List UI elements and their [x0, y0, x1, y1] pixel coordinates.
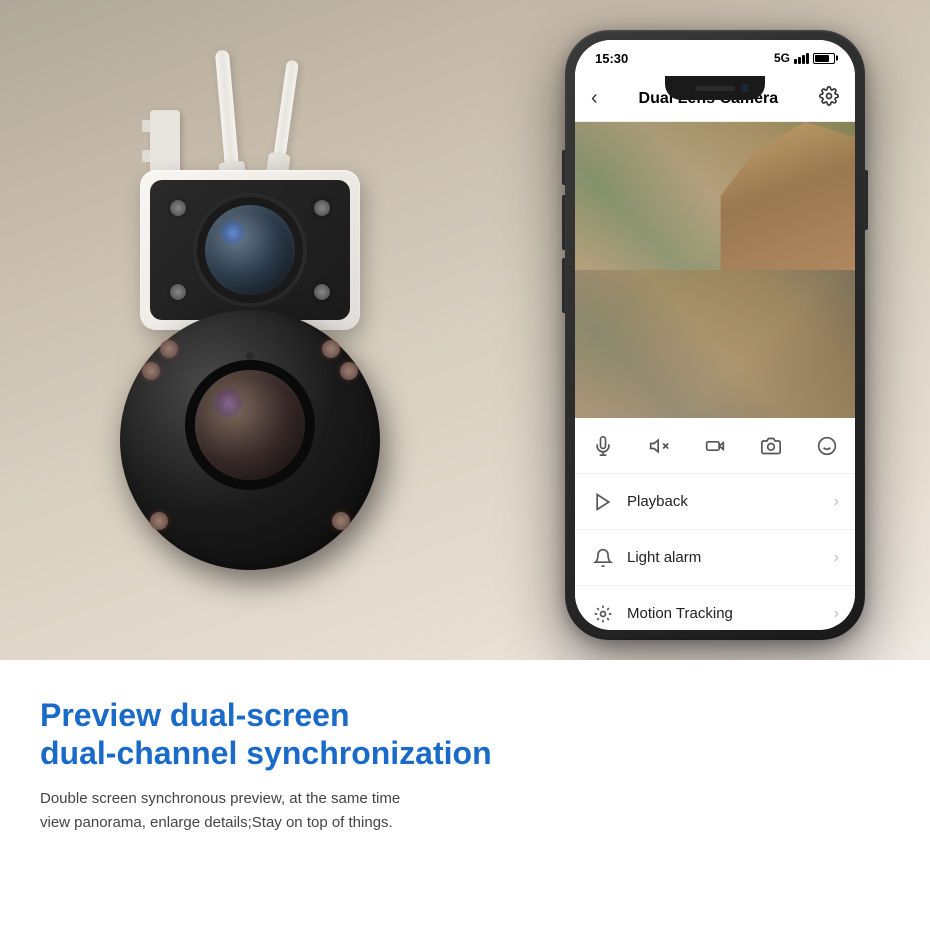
notch-speaker	[695, 86, 735, 91]
signal-bar-4	[806, 53, 809, 64]
notch-camera	[741, 84, 749, 92]
mute-button[interactable]	[639, 426, 679, 466]
camera-feed-top	[575, 122, 855, 270]
signal-bar-2	[798, 57, 801, 64]
play-svg	[593, 492, 613, 512]
bell-svg	[593, 548, 613, 568]
phone-section: 15:30 5G	[500, 0, 930, 660]
motion-tracking-chevron: ›	[834, 605, 839, 623]
camera-section	[0, 0, 500, 660]
ir-light-br	[314, 284, 330, 300]
phone-screen: 15:30 5G	[575, 40, 855, 630]
playback-chevron: ›	[834, 493, 839, 511]
menu-list: Playback ›	[575, 474, 855, 630]
phone-vol-down-button	[562, 258, 565, 313]
light-alarm-icon	[591, 546, 615, 570]
light-alarm-chevron: ›	[834, 549, 839, 567]
light-alarm-label: Light alarm	[627, 549, 701, 566]
microphone-icon	[593, 436, 613, 456]
signal-label: 5G	[774, 51, 790, 65]
main-title-line2: dual-channel synchronization	[40, 735, 492, 771]
microphone-button[interactable]	[583, 426, 623, 466]
house-top-silhouette	[687, 122, 855, 270]
menu-item-light-alarm[interactable]: Light alarm ›	[575, 530, 855, 586]
battery-fill	[815, 55, 829, 62]
antenna-2	[273, 60, 299, 161]
camera-feed-bottom	[575, 270, 855, 418]
bottom-section: Preview dual-screen dual-channel synchro…	[0, 660, 930, 930]
bottom-ir-4	[340, 362, 358, 380]
status-time: 15:30	[595, 51, 628, 66]
main-title: Preview dual-screen dual-channel synchro…	[40, 696, 890, 773]
menu-item-motion-tracking[interactable]: Motion Tracking ›	[575, 586, 855, 630]
camera-bottom-lens	[195, 370, 305, 480]
main-title-line1: Preview dual-screen	[40, 697, 349, 733]
gear-icon	[819, 86, 839, 106]
bottom-ir-2	[322, 340, 340, 358]
bottom-ir-1	[160, 340, 178, 358]
signal-bars	[794, 53, 809, 64]
status-bar: 15:30 5G	[575, 40, 855, 76]
back-button[interactable]: ‹	[591, 87, 598, 110]
motion-tracking-label: Motion Tracking	[627, 605, 733, 622]
menu-item-light-alarm-left: Light alarm	[591, 546, 701, 570]
menu-item-playback[interactable]: Playback ›	[575, 474, 855, 530]
face-detect-icon	[817, 436, 837, 456]
top-section: 15:30 5G	[0, 0, 930, 660]
playback-label: Playback	[627, 493, 688, 510]
bottom-ir-5	[150, 512, 168, 530]
camera-top-face	[150, 180, 350, 320]
motion-tracking-icon	[591, 602, 615, 626]
phone-silent-button	[562, 150, 565, 185]
signal-bar-3	[802, 55, 805, 64]
menu-item-motion-tracking-left: Motion Tracking	[591, 602, 733, 626]
control-bar	[575, 418, 855, 474]
status-right: 5G	[774, 51, 835, 65]
camera-bottom-dome	[120, 310, 380, 570]
bottom-ir-3	[142, 362, 160, 380]
antenna-1	[215, 50, 239, 171]
settings-button[interactable]	[819, 86, 839, 111]
sub-description: Double screen synchronous preview, at th…	[40, 787, 420, 835]
camera-top-lens	[205, 205, 295, 295]
phone-vol-up-button	[562, 195, 565, 250]
face-detect-button[interactable]	[807, 426, 847, 466]
text-content: Preview dual-screen dual-channel synchro…	[40, 696, 890, 835]
battery-icon	[813, 53, 835, 64]
main-container: 15:30 5G	[0, 0, 930, 930]
snapshot-button[interactable]	[751, 426, 791, 466]
snapshot-icon	[761, 436, 781, 456]
camera-illustration	[60, 70, 440, 630]
dome-dot	[246, 352, 254, 360]
signal-bar-1	[794, 59, 797, 64]
record-icon	[705, 436, 725, 456]
motion-svg	[593, 604, 613, 624]
menu-item-playback-left: Playback	[591, 490, 688, 514]
bottom-ir-6	[332, 512, 350, 530]
notch	[665, 76, 765, 100]
camera-feeds	[575, 122, 855, 418]
ir-light-tr	[314, 200, 330, 216]
ir-light-tl	[170, 200, 186, 216]
ir-light-bl	[170, 284, 186, 300]
record-button[interactable]	[695, 426, 735, 466]
phone-shell: 15:30 5G	[565, 30, 865, 640]
playback-icon	[591, 490, 615, 514]
mute-icon	[649, 436, 669, 456]
phone-power-button	[865, 170, 868, 230]
phone-wrapper: 15:30 5G	[565, 30, 865, 640]
